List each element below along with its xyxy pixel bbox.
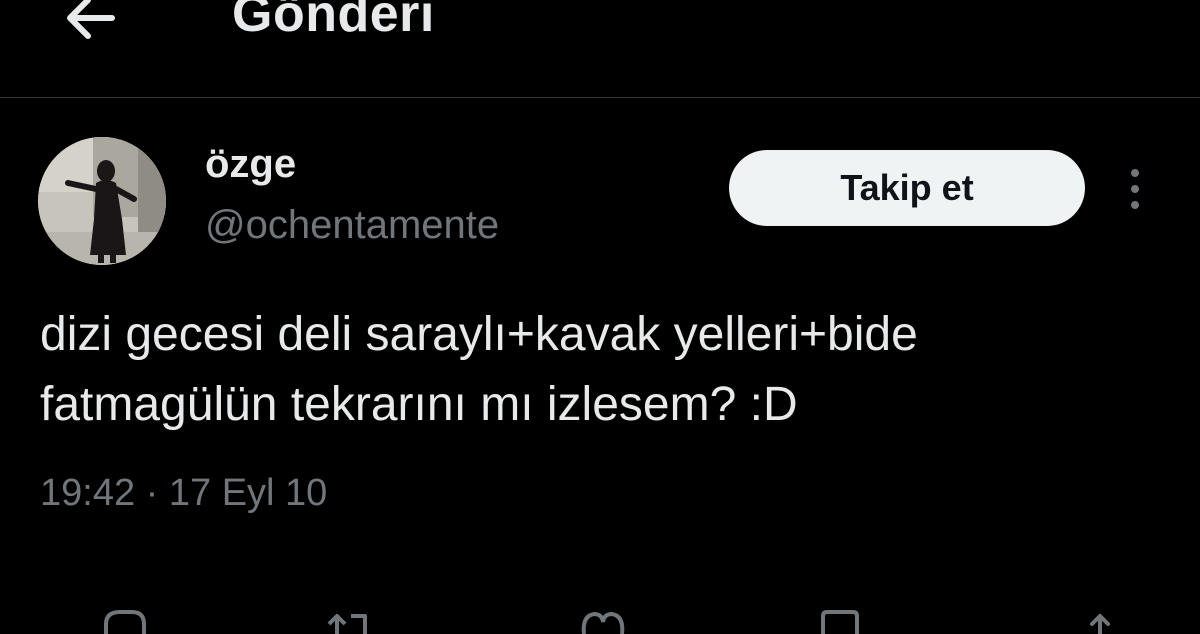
author-handle[interactable]: @ochentamente xyxy=(205,203,499,248)
follow-button[interactable]: Takip et xyxy=(729,150,1085,226)
like-icon[interactable] xyxy=(578,604,628,634)
more-vertical-icon[interactable] xyxy=(1120,166,1150,212)
avatar-photo xyxy=(38,137,166,265)
share-icon[interactable] xyxy=(1075,604,1125,634)
bookmark-icon[interactable] xyxy=(815,604,865,634)
retweet-icon[interactable] xyxy=(325,604,375,634)
tweet-text: dizi gecesi deli saraylı+kavak yelleri+b… xyxy=(40,308,918,431)
tweet-timestamp[interactable]: 19:42 · 17 Eyl 10 xyxy=(40,472,327,515)
page-title: Gönderi xyxy=(232,0,435,43)
author-display-name[interactable]: özge xyxy=(205,142,296,187)
reply-icon[interactable] xyxy=(100,604,150,634)
arrow-left-icon[interactable] xyxy=(62,0,118,42)
top-bar: Gönderi xyxy=(0,0,1200,98)
avatar[interactable] xyxy=(38,137,166,265)
